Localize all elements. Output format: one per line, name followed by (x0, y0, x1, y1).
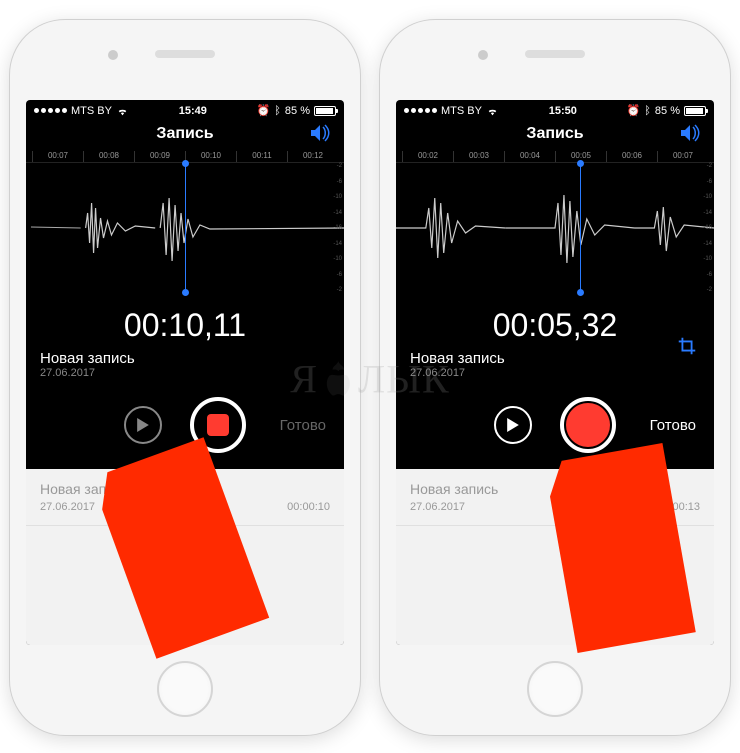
wifi-icon (116, 106, 129, 116)
recording-title: Новая запись (396, 350, 714, 367)
list-item-date: 27.06.2017 (410, 501, 465, 513)
battery-icon (684, 106, 706, 116)
list-item-title: Новая запись (410, 481, 700, 497)
record-stop-button[interactable] (190, 397, 246, 453)
carrier-label: MTS BY (441, 105, 482, 117)
recordings-list[interactable]: Новая запись 27.06.2017 00:00:10 (26, 469, 344, 645)
alarm-icon: ⏰ (627, 104, 641, 117)
list-item-duration: 00:00:13 (657, 501, 700, 513)
list-item-date: 27.06.2017 (40, 501, 95, 513)
record-icon (566, 403, 610, 447)
ruler-tick: 00:06 (606, 151, 657, 162)
screen: MTS BY 15:50 ⏰ ᛒ 85 % Запись 00:02 00:03… (396, 100, 714, 645)
waveform[interactable]: -2-6-10-14-16-14-10-6-2 (26, 163, 344, 293)
recording-title: Новая запись (26, 350, 344, 367)
ruler-tick: 00:07 (32, 151, 83, 162)
trim-icon[interactable] (676, 335, 698, 360)
page-title: Запись (526, 125, 583, 143)
waveform[interactable]: -2-6-10-14-16-14-10-6-2 (396, 163, 714, 293)
ruler-tick: 00:11 (236, 151, 287, 162)
carrier-label: MTS BY (71, 105, 112, 117)
home-button[interactable] (157, 661, 213, 717)
list-item[interactable]: Новая запись 27.06.2017 00:00:13 (396, 469, 714, 526)
recording-date: 27.06.2017 (26, 367, 344, 391)
timer: 00:10,11 (26, 293, 344, 350)
playhead[interactable] (580, 163, 581, 293)
ruler-tick: 00:03 (453, 151, 504, 162)
ruler-tick: 00:07 (657, 151, 708, 162)
ruler-tick: 00:09 (134, 151, 185, 162)
ruler-tick: 00:04 (504, 151, 555, 162)
db-scale: -2-6-10-14-16-14-10-6-2 (330, 163, 342, 293)
list-item[interactable]: Новая запись 27.06.2017 00:00:10 (26, 469, 344, 526)
list-item-title: Новая запись (40, 481, 330, 497)
speaker-icon[interactable] (308, 123, 332, 148)
bluetooth-icon: ᛒ (644, 105, 651, 117)
ruler-tick: 00:08 (83, 151, 134, 162)
play-button[interactable] (494, 406, 532, 444)
home-button[interactable] (527, 661, 583, 717)
status-bar: MTS BY 15:49 ⏰ ᛒ 85 % (26, 100, 344, 119)
battery-pct: 85 % (655, 105, 680, 117)
recording-date: 27.06.2017 (396, 367, 714, 391)
alarm-icon: ⏰ (257, 104, 271, 117)
clock: 15:50 (549, 105, 577, 117)
clock: 15:49 (179, 105, 207, 117)
ruler-tick: 00:10 (185, 151, 236, 162)
db-scale: -2-6-10-14-16-14-10-6-2 (700, 163, 712, 293)
timeline-ruler: 00:02 00:03 00:04 00:05 00:06 00:07 (396, 151, 714, 163)
play-button[interactable] (124, 406, 162, 444)
list-item-duration: 00:00:10 (287, 501, 330, 513)
phone-frame-right: MTS BY 15:50 ⏰ ᛒ 85 % Запись 00:02 00:03… (380, 20, 730, 735)
stop-icon (207, 414, 229, 436)
record-button[interactable] (560, 397, 616, 453)
screen: MTS BY 15:49 ⏰ ᛒ 85 % Запись 00:07 00:08… (26, 100, 344, 645)
battery-pct: 85 % (285, 105, 310, 117)
wifi-icon (486, 106, 499, 116)
timer: 00:05,32 (396, 293, 714, 350)
signal-strength-icon (404, 108, 437, 113)
playhead[interactable] (185, 163, 186, 293)
phone-frame-left: MTS BY 15:49 ⏰ ᛒ 85 % Запись 00:07 00:08… (10, 20, 360, 735)
done-button: Готово (280, 417, 326, 434)
bluetooth-icon: ᛒ (274, 105, 281, 117)
page-title: Запись (156, 125, 213, 143)
recordings-list[interactable]: Новая запись 27.06.2017 00:00:13 (396, 469, 714, 645)
ruler-tick: 00:02 (402, 151, 453, 162)
done-button[interactable]: Готово (650, 417, 696, 434)
ruler-tick: 00:12 (287, 151, 338, 162)
battery-icon (314, 106, 336, 116)
controls: Готово (396, 391, 714, 469)
status-bar: MTS BY 15:50 ⏰ ᛒ 85 % (396, 100, 714, 119)
speaker-icon[interactable] (678, 123, 702, 148)
header: Запись (26, 119, 344, 151)
controls: Готово (26, 391, 344, 469)
header: Запись (396, 119, 714, 151)
signal-strength-icon (34, 108, 67, 113)
